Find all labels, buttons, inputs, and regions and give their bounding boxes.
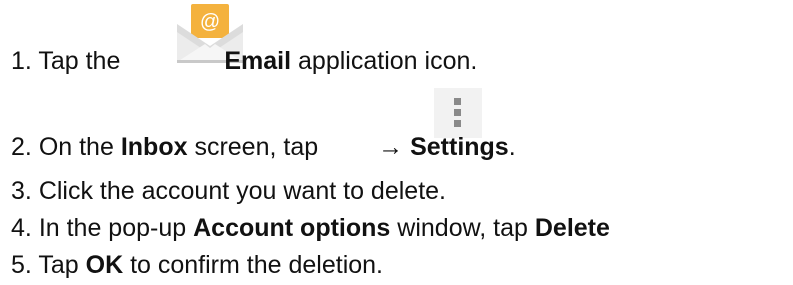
step-text: Click the account you want to delete. [38, 177, 446, 205]
step-number: 4. [11, 214, 32, 242]
step-text: to confirm the deletion. [130, 251, 383, 279]
screen-name: Inbox [120, 133, 188, 161]
step-number: 3. [11, 177, 32, 205]
step-2: 2. On the Inbox screen, tap → Settings. [11, 132, 516, 162]
step-1: 1. Tap the Email application icon. [11, 46, 477, 76]
menu-option: Settings [410, 133, 509, 161]
step-3: 3. Click the account you want to delete. [11, 176, 446, 206]
step-text: screen, tap [194, 133, 319, 161]
step-number: 1. [11, 47, 32, 75]
period: . [508, 133, 516, 161]
step-text: Tap [38, 251, 79, 279]
step-text: Tap the [38, 47, 121, 75]
step-4: 4. In the pop-up Account options window,… [11, 213, 610, 243]
menu-overflow-icon [434, 88, 482, 138]
action-name: Delete [534, 214, 610, 242]
step-text: In the pop-up [38, 214, 187, 242]
arrow: → [378, 133, 404, 161]
step-number: 2. [11, 133, 32, 161]
app-name: Email [224, 47, 292, 75]
step-text: application icon. [298, 47, 478, 75]
window-name: Account options [193, 214, 391, 242]
step-text: On the [38, 133, 114, 161]
step-text: window, tap [397, 214, 528, 242]
svg-text:@: @ [200, 11, 220, 33]
step-number: 5. [11, 251, 32, 279]
button-name: OK [85, 251, 124, 279]
step-5: 5. Tap OK to confirm the deletion. [11, 250, 383, 280]
